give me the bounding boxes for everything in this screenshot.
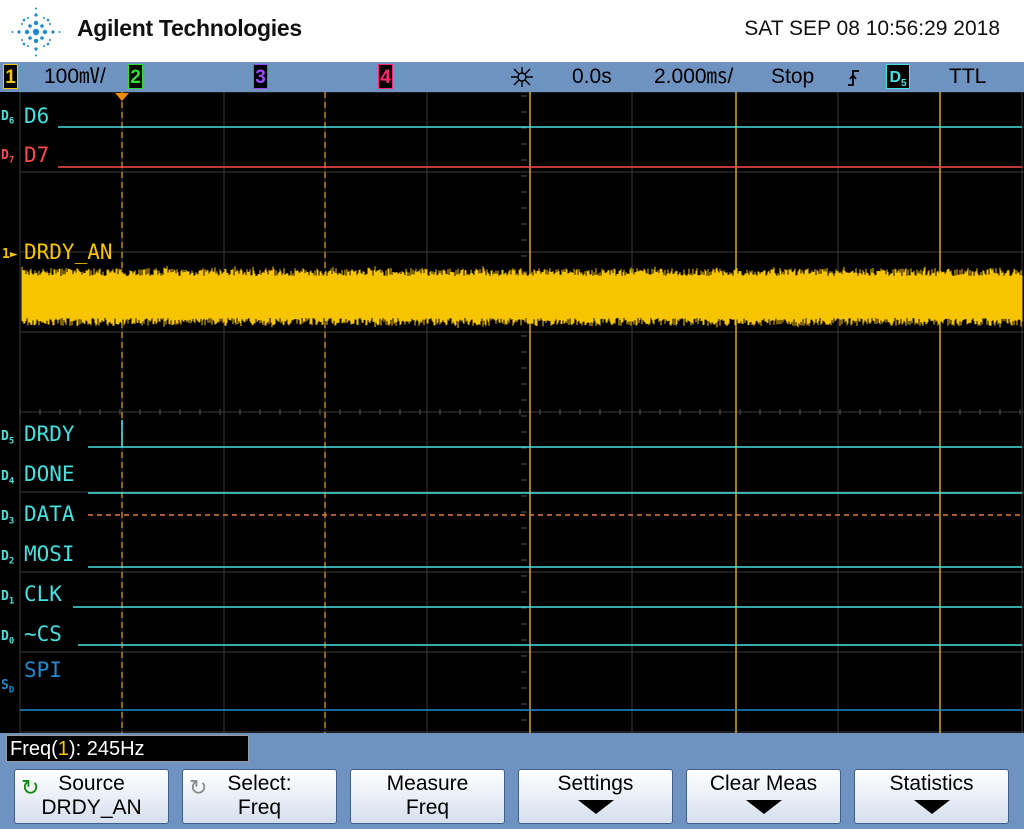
d5-number: D5 <box>1 429 15 447</box>
submenu-arrow-icon <box>577 800 614 814</box>
status-bar: 1 100㎷/ 2 3 4 0.0s 2.000㎳/ Stop D5 TTL <box>0 62 1024 92</box>
channel-3-indicator[interactable]: 3 <box>253 64 268 89</box>
d4-label[interactable]: DONE <box>24 462 75 486</box>
header-bar: Agilent Technologies SAT SEP 08 10:56:29… <box>0 0 1024 62</box>
statistics-softkey[interactable]: Statistics <box>854 769 1009 824</box>
d7-label[interactable]: D7 <box>24 143 49 167</box>
d2-label[interactable]: MOSI <box>24 542 75 566</box>
select-softkey[interactable]: ↻ Select: Freq <box>182 769 337 824</box>
submenu-arrow-icon <box>745 800 782 814</box>
date-time: SAT SEP 08 10:56:29 2018 <box>744 17 1000 40</box>
sd-number: SD <box>1 678 15 696</box>
rotate-knob-icon: ↻ <box>189 775 208 800</box>
brand-name: Agilent Technologies <box>77 15 302 41</box>
agilent-spark-logo-icon <box>11 7 61 57</box>
d5-label[interactable]: DRDY <box>24 422 75 446</box>
rotate-knob-icon: ↻ <box>21 775 40 800</box>
submenu-arrow-icon <box>913 800 950 814</box>
graticule-and-traces <box>19 92 1024 733</box>
d7-number: D7 <box>1 148 15 166</box>
channel-1-indicator[interactable]: 1 <box>3 64 18 89</box>
ch1-number: 1► <box>2 247 18 262</box>
d4-number: D4 <box>1 469 15 487</box>
run-state[interactable]: Stop <box>771 64 814 90</box>
d3-label[interactable]: DATA <box>24 502 75 526</box>
trigger-level[interactable]: TTL <box>949 64 986 90</box>
d0-number: D0 <box>1 629 15 647</box>
d0-label[interactable]: ~CS <box>24 622 62 646</box>
d1-label[interactable]: CLK <box>24 582 62 606</box>
channel-1-scale[interactable]: 100㎷/ <box>44 64 106 90</box>
settings-softkey[interactable]: Settings <box>518 769 673 824</box>
timebase-value[interactable]: 2.000㎳/ <box>654 64 733 90</box>
graticule-grid <box>19 92 1024 733</box>
trigger-edge-icon <box>848 70 859 86</box>
d6-number: D6 <box>1 109 15 127</box>
ch1-label[interactable]: DRDY_AN <box>24 240 113 264</box>
channel-2-indicator[interactable]: 2 <box>128 64 143 89</box>
measure-softkey[interactable]: Measure Freq <box>350 769 505 824</box>
trigger-marker-icon[interactable] <box>115 93 129 101</box>
trigger-source[interactable]: D5 <box>886 64 910 89</box>
measurement-bar: Freq(1): 245Hz <box>0 733 1024 769</box>
waveform-display[interactable]: D6 D6 D7 D7 1► DRDY_AN D5 DRDY D4 DONE D… <box>0 92 1024 733</box>
spi-label[interactable]: SPI <box>24 658 62 682</box>
d1-number: D1 <box>1 589 15 607</box>
frequency-measurement[interactable]: Freq(1): 245Hz <box>6 735 249 762</box>
clear-meas-softkey[interactable]: Clear Meas <box>686 769 841 824</box>
d2-number: D2 <box>1 549 15 567</box>
source-softkey[interactable]: ↻ Source DRDY_AN <box>14 769 169 824</box>
d6-label[interactable]: D6 <box>24 104 49 128</box>
trigger-position-icon <box>511 67 533 87</box>
channel-4-indicator[interactable]: 4 <box>378 64 393 89</box>
delay-value[interactable]: 0.0s <box>572 64 612 90</box>
ch1-analog-trace <box>21 266 1023 328</box>
digital-traces <box>20 126 1022 711</box>
d3-number: D3 <box>1 509 15 527</box>
softkey-bar: ↻ Source DRDY_AN ↻ Select: Freq Measure … <box>0 769 1024 829</box>
